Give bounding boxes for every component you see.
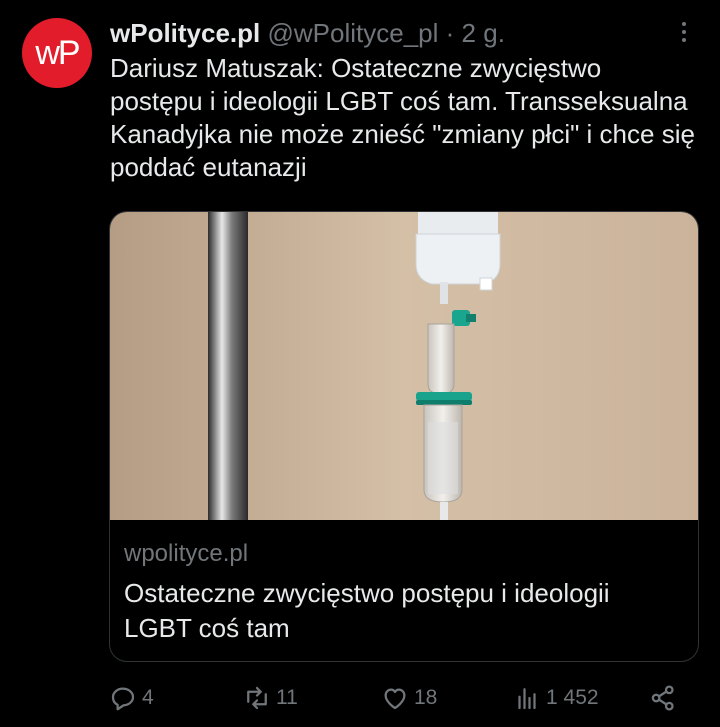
share-button[interactable] bbox=[648, 680, 682, 716]
views-button[interactable]: 1 452 bbox=[512, 680, 599, 716]
tweet-header: wPolityce.pl @wPolityce_pl · 2 g. bbox=[110, 16, 660, 50]
avatar-logo-text: wP bbox=[35, 33, 80, 72]
user-handle[interactable]: @wPolityce_pl bbox=[268, 18, 439, 48]
like-count: 18 bbox=[414, 686, 438, 709]
retweet-button[interactable]: 11 bbox=[242, 680, 298, 716]
card-title: Ostateczne zwycięstwo postępu i ideologi… bbox=[124, 578, 610, 643]
retweet-icon bbox=[247, 686, 267, 710]
reply-icon bbox=[111, 687, 135, 711]
separator-dot: · bbox=[445, 18, 455, 48]
reply-count: 4 bbox=[142, 686, 154, 709]
avatar[interactable]: wP bbox=[22, 18, 92, 88]
iv-drip-photo bbox=[110, 212, 698, 520]
heart-icon bbox=[384, 688, 406, 710]
display-name[interactable]: wPolityce.pl bbox=[110, 18, 260, 48]
reply-button[interactable]: 4 bbox=[108, 680, 154, 716]
tweet-text: Dariusz Matuszak: Ostateczne zwycięstwo … bbox=[110, 53, 695, 182]
card-domain: wpolityce.pl bbox=[124, 540, 249, 567]
more-options-icon[interactable] bbox=[672, 18, 696, 50]
views-count: 1 452 bbox=[546, 686, 599, 709]
timestamp[interactable]: 2 g. bbox=[462, 18, 505, 48]
views-icon bbox=[518, 688, 536, 710]
share-icon bbox=[651, 685, 674, 711]
retweet-count: 11 bbox=[276, 686, 298, 709]
action-bar: 4 11 18 1 452 bbox=[0, 680, 720, 716]
link-card[interactable]: wpolityce.pl Ostateczne zwycięstwo postę… bbox=[109, 211, 699, 662]
like-button[interactable]: 18 bbox=[380, 680, 437, 716]
